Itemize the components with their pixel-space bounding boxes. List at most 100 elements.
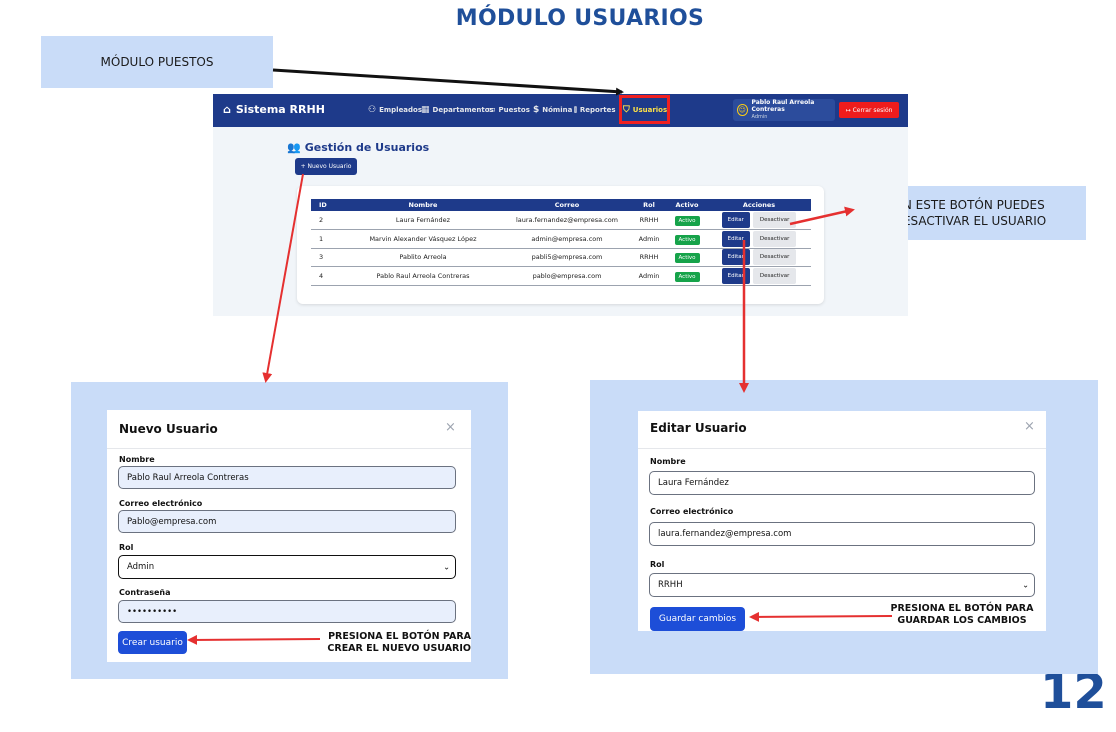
user-avatar-icon: ☺ [737, 104, 748, 116]
rol-select[interactable]: RRHH ⌄ [649, 573, 1035, 597]
cell-correo: admin@empresa.com [503, 229, 631, 249]
save-instruction: PRESIONA EL BOTÓN PARA GUARDAR LOS CAMBI… [884, 603, 1040, 628]
rol-label: Rol [650, 560, 665, 569]
logout-button[interactable]: ↦ Cerrar sesión [839, 102, 899, 118]
nav-puestos[interactable]: ▭ Puestos [487, 105, 530, 115]
cell-correo: pabli5@empresa.com [503, 248, 631, 267]
edit-button[interactable]: Editar [721, 212, 750, 228]
cell-activo: Activo [667, 248, 707, 267]
chevron-down-icon: ⌄ [443, 562, 450, 572]
col-header: Acciones [707, 199, 811, 211]
deactivate-button[interactable]: Desactivar [752, 212, 797, 228]
users-icon: ⚇ [368, 105, 377, 115]
modal-title: Editar Usuario [650, 421, 747, 435]
cell-rol: Admin [631, 266, 667, 286]
nav-nomina[interactable]: $ Nómina [533, 105, 572, 115]
users-table-card: ID Nombre Correo Rol Activo Acciones 2 L… [297, 186, 824, 304]
bar-chart-icon: ⫾ [574, 105, 577, 115]
dollar-icon: $ [533, 105, 540, 115]
col-header: Activo [667, 199, 707, 211]
email-field[interactable]: Pablo@empresa.com [118, 510, 456, 533]
close-icon[interactable]: × [445, 420, 456, 435]
nombre-field[interactable]: Pablo Raul Arreola Contreras [118, 466, 456, 489]
brand[interactable]: ⌂ Sistema RRHH [223, 103, 325, 116]
create-instruction: PRESIONA EL BOTÓN PARA CREAR EL NUEVO US… [307, 631, 471, 656]
status-badge: Activo [674, 253, 700, 264]
rol-select-value: Admin [127, 562, 155, 572]
new-user-button[interactable]: + Nuevo Usuario [295, 158, 357, 175]
rol-select[interactable]: Admin ⌄ [118, 555, 456, 579]
table-row: 2 Laura Fernández laura.fernandez@empres… [311, 211, 811, 230]
status-badge: Activo [674, 216, 700, 226]
nav-empleados[interactable]: ⚇ Empleados [368, 105, 422, 115]
users-table: ID Nombre Correo Rol Activo Acciones 2 L… [311, 199, 811, 286]
cell-rol: Admin [631, 229, 667, 249]
table-row: 1 Marvin Alexander Vásquez López admin@e… [311, 229, 811, 249]
col-header: Nombre [343, 199, 503, 211]
nav-label: Puestos [498, 106, 530, 114]
new-user-modal: Nuevo Usuario × Nombre Pablo Raul Arreol… [107, 410, 471, 662]
edit-button[interactable]: Editar [721, 249, 750, 266]
logout-label: Cerrar sesión [852, 106, 893, 114]
section-title-text: Gestión de Usuarios [304, 141, 430, 154]
nav-reportes[interactable]: ⫾ Reportes [574, 105, 616, 115]
edit-button[interactable]: Editar [721, 267, 750, 284]
col-header: ID [311, 199, 343, 211]
users-icon: 👥 [287, 141, 301, 154]
brand-label: Sistema RRHH [235, 103, 325, 116]
table-header-row: ID Nombre Correo Rol Activo Acciones [311, 199, 811, 211]
user-info[interactable]: ☺ Pablo Raul Arreola Contreras Admin [733, 99, 835, 121]
password-field[interactable]: •••••••••• [118, 600, 456, 623]
nav-departamentos[interactable]: ▦ Departamentos [421, 105, 494, 115]
cell-correo: laura.fernandez@empresa.com [503, 211, 631, 230]
building-icon: ▦ [421, 105, 430, 115]
cell-rol: RRHH [631, 211, 667, 230]
cell-acciones: Editar Desactivar [707, 211, 811, 230]
cell-id: 1 [311, 229, 343, 249]
user-name: Pablo Raul Arreola Contreras [751, 99, 815, 113]
create-user-button[interactable]: Crear usuario [118, 631, 187, 654]
logout-icon: ↦ [845, 106, 851, 114]
modal-title: Nuevo Usuario [119, 422, 218, 436]
cell-nombre: Laura Fernández [343, 211, 503, 230]
cell-id: 4 [311, 266, 343, 286]
close-icon[interactable]: × [1024, 419, 1035, 434]
col-header: Correo [503, 199, 631, 211]
chevron-down-icon: ⌄ [1022, 580, 1029, 590]
cell-nombre: Marvin Alexander Vásquez López [343, 229, 503, 249]
instruction-line: CREAR EL NUEVO USUARIO [327, 643, 471, 655]
cell-activo: Activo [667, 229, 707, 249]
deactivate-button[interactable]: Desactivar [752, 249, 797, 266]
status-badge: Activo [674, 234, 700, 245]
modal-divider [638, 448, 1046, 449]
edit-user-panel: Editar Usuario × Nombre Laura Fernández … [590, 380, 1098, 674]
briefcase-icon: ▭ [487, 105, 496, 115]
col-header: Rol [631, 199, 667, 211]
table-row: 4 Pablo Raul Arreola Contreras pablo@emp… [311, 266, 811, 286]
deactivate-button[interactable]: Desactivar [752, 267, 797, 284]
cell-acciones: Editar Desactivar [707, 229, 811, 249]
correo-label: Correo electrónico [119, 499, 203, 508]
app-screenshot: ⌂ Sistema RRHH ⚇ Empleados ▦ Departament… [213, 94, 908, 316]
nav-label: Departamentos [432, 106, 494, 114]
deactivate-button[interactable]: Desactivar [752, 230, 797, 247]
navbar: ⌂ Sistema RRHH ⚇ Empleados ▦ Departament… [213, 94, 908, 127]
cell-id: 2 [311, 211, 343, 230]
cell-correo: pablo@empresa.com [503, 266, 631, 286]
save-changes-button[interactable]: Guardar cambios [650, 607, 745, 631]
arrow-puestos-to-usuarios [272, 68, 624, 96]
page-title: MÓDULO USUARIOS [455, 6, 705, 31]
instruction-line: PRESIONA EL BOTÓN PARA [890, 603, 1034, 614]
nombre-field[interactable]: Laura Fernández [649, 471, 1035, 495]
nav-label: Reportes [579, 106, 616, 114]
correo-label: Correo electrónico [650, 507, 734, 516]
nav-label: Empleados [379, 106, 423, 114]
edit-button[interactable]: Editar [721, 230, 750, 247]
nav-label: Nómina [542, 106, 573, 114]
cell-acciones: Editar Desactivar [707, 266, 811, 286]
callout-modulo-puestos: MÓDULO PUESTOS [41, 36, 273, 88]
email-field[interactable]: laura.fernandez@empresa.com [649, 522, 1035, 546]
cell-rol: RRHH [631, 248, 667, 267]
password-label: Contraseña [119, 588, 171, 597]
rol-label: Rol [119, 543, 134, 552]
